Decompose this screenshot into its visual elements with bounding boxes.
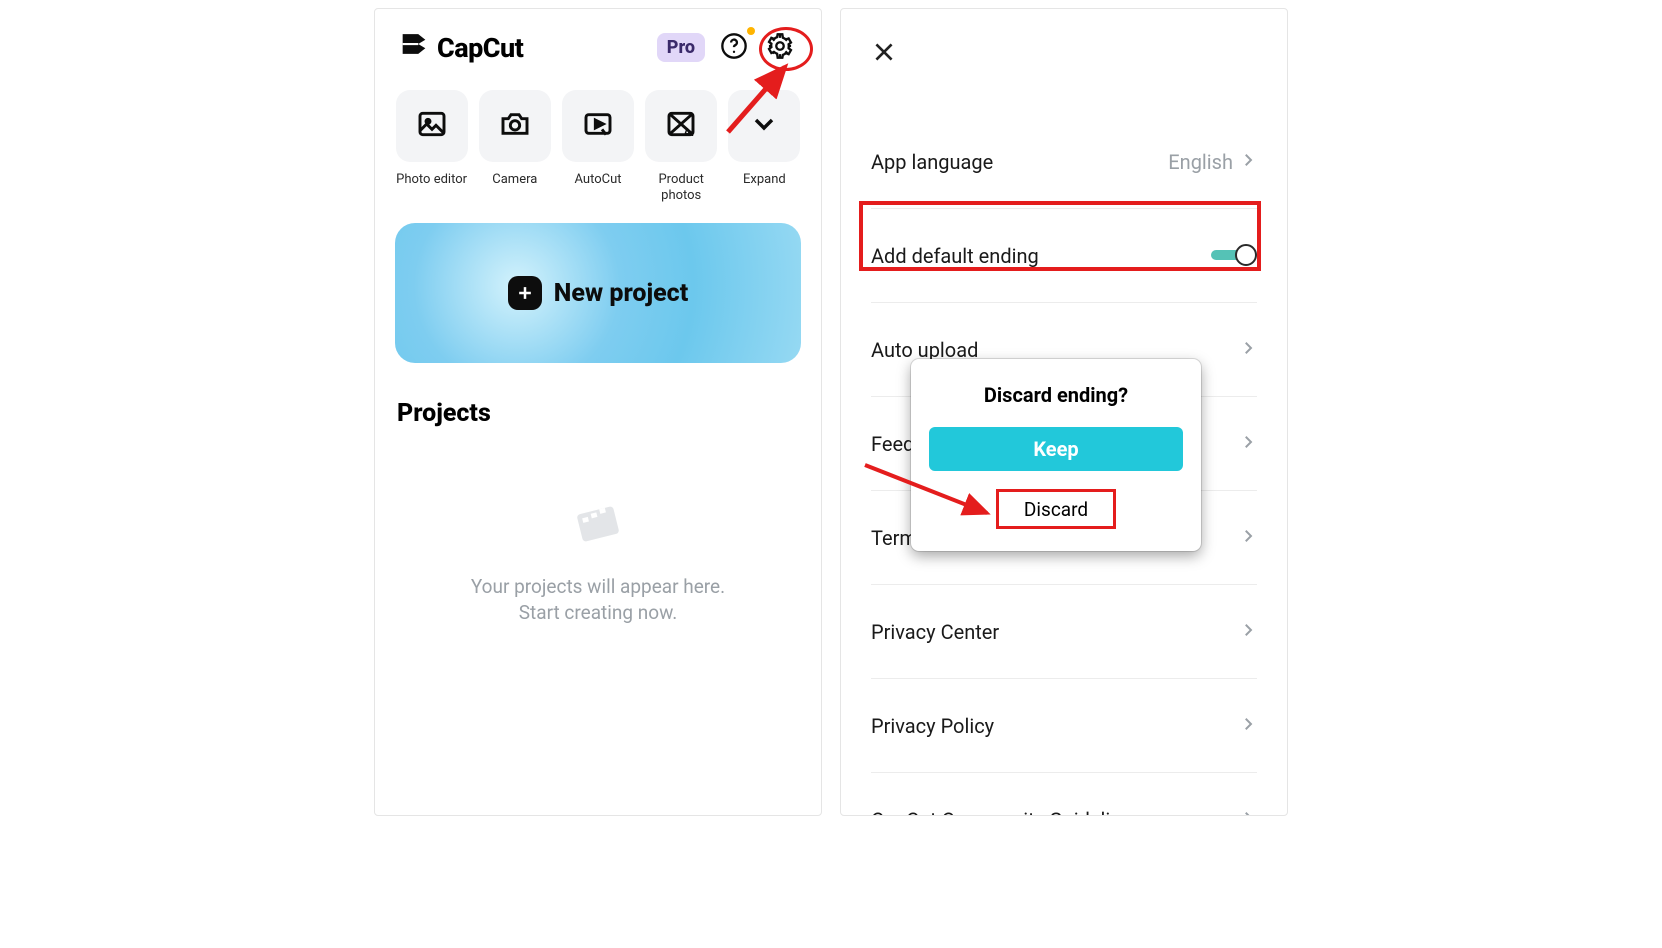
settings-screen: App language English Add default ending … xyxy=(840,8,1288,816)
row-privacy-center[interactable]: Privacy Center xyxy=(871,585,1257,679)
tool-autocut[interactable]: AutoCut xyxy=(561,90,634,203)
chevron-right-icon xyxy=(1239,809,1257,816)
projects-empty-state: Your projects will appear here. Start cr… xyxy=(375,496,821,625)
chevron-down-icon xyxy=(748,108,780,144)
app-name: CapCut xyxy=(437,32,523,64)
gear-icon xyxy=(766,32,794,64)
plus-icon xyxy=(508,276,542,310)
close-button[interactable] xyxy=(841,9,1287,69)
svg-text:AI: AI xyxy=(684,126,694,139)
photo-icon xyxy=(416,108,448,144)
autocut-icon xyxy=(582,108,614,144)
chevron-right-icon xyxy=(1239,715,1257,737)
dialog-title: Discard ending? xyxy=(929,383,1183,407)
new-project-button[interactable]: New project xyxy=(395,223,801,363)
row-default-ending[interactable]: Add default ending xyxy=(871,209,1257,303)
tool-camera[interactable]: Camera xyxy=(478,90,551,203)
close-icon xyxy=(871,50,897,69)
projects-heading: Projects xyxy=(397,399,799,428)
help-icon xyxy=(720,32,748,64)
tool-photo-editor[interactable]: Photo editor xyxy=(395,90,468,203)
discard-dialog: Discard ending? Keep Discard xyxy=(911,359,1201,551)
chevron-right-icon xyxy=(1239,433,1257,455)
app-logo: CapCut xyxy=(397,27,523,68)
chevron-right-icon xyxy=(1239,621,1257,643)
camera-icon xyxy=(499,108,531,144)
topbar: CapCut Pro xyxy=(375,9,821,68)
tool-expand[interactable]: Expand xyxy=(728,90,801,203)
product-photos-icon: AI xyxy=(665,108,697,144)
settings-button[interactable] xyxy=(761,29,799,67)
chevron-right-icon xyxy=(1239,339,1257,361)
pro-badge[interactable]: Pro xyxy=(657,33,705,62)
home-screen: CapCut Pro xyxy=(374,8,822,816)
keep-button[interactable]: Keep xyxy=(929,427,1183,471)
filmstrip-icon xyxy=(570,496,626,556)
row-community-guidelines[interactable]: CapCut Community Guidelines xyxy=(871,773,1257,816)
tool-row: Photo editor Camera AutoCut AI Product p… xyxy=(375,68,821,203)
toggle-default-ending[interactable] xyxy=(1211,244,1257,268)
chevron-right-icon xyxy=(1239,527,1257,549)
discard-button[interactable]: Discard xyxy=(996,489,1116,529)
row-app-language[interactable]: App language English xyxy=(871,115,1257,209)
notification-dot xyxy=(747,27,755,35)
tool-product-photos[interactable]: AI Product photos xyxy=(645,90,718,203)
help-button[interactable] xyxy=(715,29,753,67)
capcut-logo-icon xyxy=(397,27,431,68)
chevron-right-icon xyxy=(1239,151,1257,173)
row-privacy-policy[interactable]: Privacy Policy xyxy=(871,679,1257,773)
